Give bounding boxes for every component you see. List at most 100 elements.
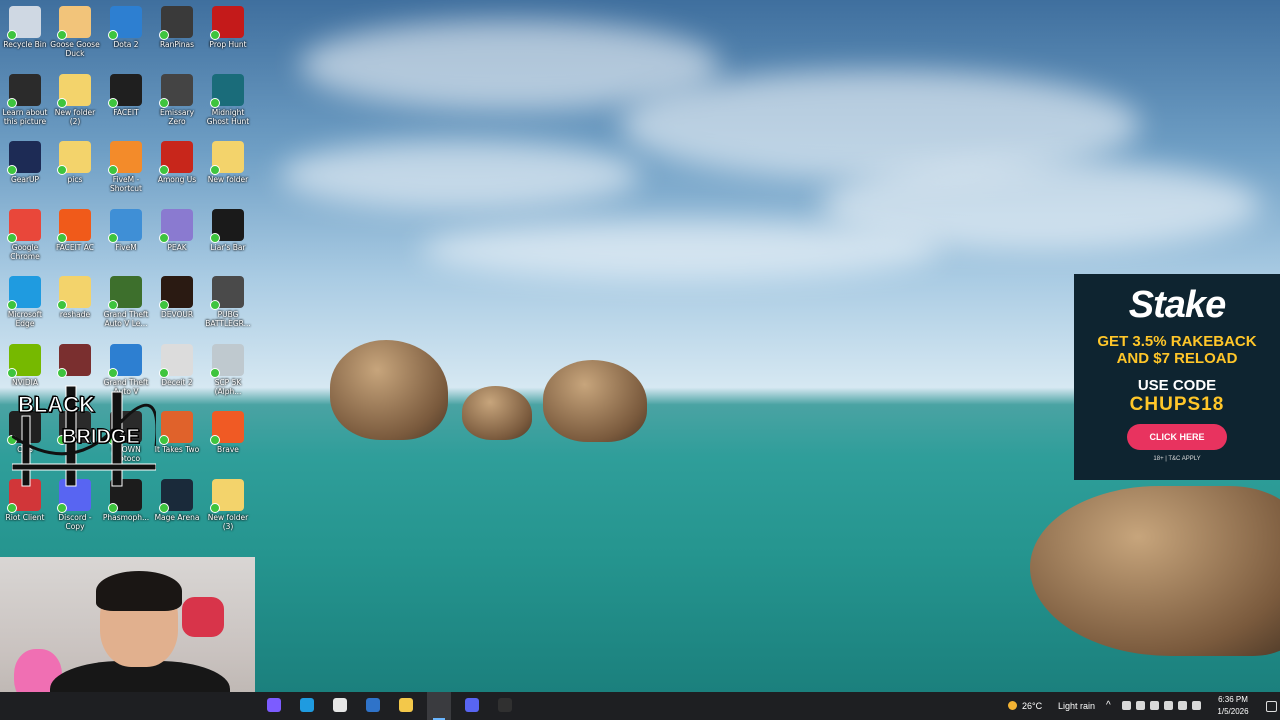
desktop-icon-label: RanPinas [159,40,195,49]
tray-app-icon[interactable] [1122,701,1131,710]
desktop-icon[interactable]: Emissary Zero [152,70,202,126]
desktop-icon-label: PEAK [167,242,187,252]
desktop-icon[interactable]: Learn about this picture [0,70,50,126]
sync-status-icon [159,232,169,243]
sync-status-icon [57,502,67,513]
taskbar-button[interactable] [461,696,483,716]
desktop-icon-label: Dota 2 [113,40,139,49]
black-bridge-logo: BLACK BRIDGE [12,376,156,488]
desktop-icon-label: New folder [207,175,249,184]
desktop-icon[interactable]: Grand Theft Auto V Le... [101,272,151,328]
cloud [280,140,640,210]
desktop-icon-label: Midnight Ghost Hunt [206,107,250,126]
desktop-icon[interactable]: New folder [203,137,253,184]
ad-terms: 18+ | T&C APPLY [1153,456,1201,462]
battery-icon[interactable] [1192,701,1201,710]
desktop-icon[interactable]: Among Us [152,137,202,184]
volume-icon[interactable] [1178,701,1187,710]
desktop-icon[interactable]: Goose Goose Duck [50,2,100,58]
desktop-icon-label: GearUP [10,175,40,184]
desktop-icon[interactable]: PEAK [152,205,202,252]
ad-promo-code: CHUPS18 [1129,394,1225,415]
desktop-icon-label: Riot Client [5,512,45,522]
stake-advertisement: Stake GET 3.5% RAKEBACK AND $7 RELOAD US… [1074,274,1280,480]
taskbar: 26°C Light rain ^ 6:36 PM 1/5/2026 [0,692,1280,720]
taskbar-button[interactable] [362,696,384,716]
folder-icon [210,141,244,175]
ie-icon [108,343,142,378]
desktop-icon[interactable]: GearUP [0,137,50,184]
desktop-icon-label: Among Us [157,175,197,184]
desktop-icon[interactable]: RanPinas [152,2,202,49]
sync-status-icon [210,232,220,243]
sync-status-icon [108,97,118,108]
desktop-icon[interactable]: Mage Arena [152,475,202,522]
faceit-icon [108,73,142,108]
sync-status-icon [210,502,220,513]
taskbar-button[interactable] [395,696,417,716]
taskbar-button[interactable] [494,696,516,716]
sync-status-icon [159,300,169,310]
desktop-icon[interactable]: New folder (2) [50,70,100,126]
taskbar-button[interactable] [296,696,318,716]
desktop-icon[interactable]: Dota 2 [101,2,151,49]
desktop-icon[interactable]: Liar's Bar [203,205,253,252]
desktop-icon[interactable]: New folder (3) [203,475,253,531]
desktop-icon-label: Goose Goose Duck [50,40,100,58]
it-takes-two-icon [159,411,193,445]
clock[interactable]: 6:36 PM 1/5/2026 [1208,694,1258,718]
desktop-icon[interactable]: Midnight Ghost Hunt [203,70,253,126]
taskbar-button[interactable] [329,696,351,716]
sync-status-icon [57,232,67,243]
weather-description[interactable]: Light rain [1058,692,1095,720]
weather-temp[interactable]: 26°C [1022,692,1042,720]
desktop-icon[interactable]: Recycle Bin [0,2,50,49]
chevron-up-icon[interactable]: ^ [1106,692,1111,720]
sync-status-icon [108,30,118,40]
desktop-icon[interactable]: reshade [50,272,100,319]
desktop-icon[interactable]: Google Chrome [0,205,50,261]
sync-status-icon [210,435,220,445]
desktop-icon-label: Prop Hunt [209,40,247,49]
microphone-icon[interactable] [1150,701,1159,710]
desktop-icon[interactable]: Deceit 2 [152,340,202,387]
desktop-icon[interactable]: FiveM - Shortcut [101,137,151,193]
desktop-icon[interactable]: DEVOUR [152,272,202,319]
copilot-icon [267,698,281,712]
clock-time: 6:36 PM [1218,695,1248,704]
ad-headline-line-1: GET 3.5% RAKEBACK [1097,333,1257,350]
desktop-icon[interactable]: Prop Hunt [203,2,253,49]
sync-status-icon [7,232,17,243]
weather-icon[interactable] [1008,701,1017,710]
taskbar-button[interactable] [263,696,285,716]
among-us-icon [159,141,193,175]
ad-headline-line-2: AND $7 RELOAD [1116,350,1238,367]
hanging-cap [182,597,224,637]
desktop-icon[interactable]: SCP 5K (Alph... [203,340,253,396]
desktop-icon[interactable]: PUBG BATTLEGR... [203,272,253,328]
obs-icon [498,698,512,712]
desktop-icon[interactable]: It Takes Two [152,407,202,454]
sync-status-icon [7,300,17,310]
scp-icon [210,343,244,378]
sync-status-icon [7,502,17,513]
desktop-icon[interactable]: Microsoft Edge [0,272,50,328]
faceit-ac-icon [57,208,91,243]
logo-line-2: BRIDGE [62,426,141,449]
desktop-icon[interactable]: FACEIT [101,70,151,117]
sync-status-icon [108,502,118,513]
logo-line-1: BLACK [18,392,96,418]
sea-rock [543,360,647,442]
ad-click-here-button[interactable]: CLICK HERE [1127,424,1227,450]
desktop-icon[interactable]: Brave [203,407,253,454]
desktop-icon[interactable]: FACEIT AC [50,205,100,252]
wifi-icon[interactable] [1164,701,1173,710]
onedrive-icon[interactable] [1136,701,1145,710]
desktop-icon-label: pics [67,175,83,184]
desktop-icon[interactable]: pics [50,137,100,184]
desktop-icon[interactable]: FiveM [101,205,151,252]
gta-v-icon [108,276,142,310]
notifications-icon[interactable] [1266,701,1277,712]
devour-icon [159,276,193,310]
desktop-icon[interactable] [50,340,100,378]
